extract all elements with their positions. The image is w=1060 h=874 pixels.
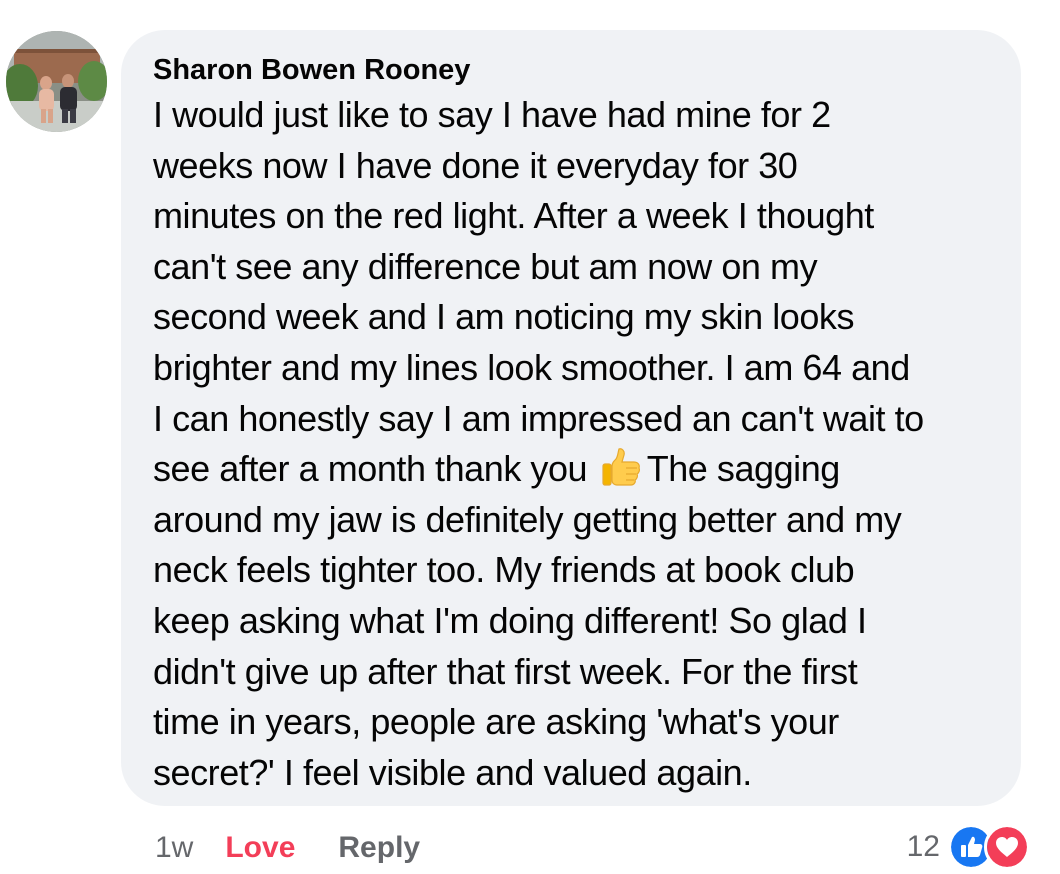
comment-text: I would just like to say I have had mine… [153,90,1007,798]
reaction-icons [948,824,1030,870]
comment-timestamp[interactable]: 1w [155,831,193,865]
comment-author[interactable]: Sharon Bowen Rooney [153,52,470,88]
comment-line: brighter and my lines look smoother. I a… [153,346,910,388]
avatar-photo [6,31,107,132]
comment-line: keep asking what I'm doing different! So… [153,599,867,641]
comment-bubble: Sharon Bowen Rooney I would just like to… [121,30,1021,806]
love-button[interactable]: Love [225,831,295,865]
comment-line: weeks now I have done it everyday for 30 [153,144,798,186]
comment-line: minutes on the red light. After a week I… [153,195,874,237]
comment-line: secret?' I feel visible and valued again… [153,751,752,793]
thumbs-up-emoji-icon [602,448,640,486]
reaction-summary[interactable]: 12 [907,822,1030,872]
comment-line-with-emoji: see after a month thank you The sagging [153,444,1007,495]
comment-line-after-emoji: The sagging [646,448,841,490]
love-reaction-icon [984,824,1030,870]
comment-line: can't see any difference but am now on m… [153,245,818,287]
comment-line: time in years, people are asking 'what's… [153,701,839,743]
comment-line: I can honestly say I am impressed an can… [153,397,924,439]
reply-button[interactable]: Reply [338,831,420,865]
comment-line: second week and I am noticing my skin lo… [153,296,855,338]
reaction-count: 12 [906,830,940,863]
avatar[interactable] [6,31,107,132]
comment-line: didn't give up after that first week. Fo… [153,650,858,692]
comment-line: neck feels tighter too. My friends at bo… [153,549,855,591]
comment-actions: 1w Love Reply [155,826,420,870]
comment-line: around my jaw is definitely getting bett… [153,498,902,540]
comment-line: I would just like to say I have had mine… [153,94,831,135]
comment-line-before-emoji: see after a month thank you [153,448,588,490]
